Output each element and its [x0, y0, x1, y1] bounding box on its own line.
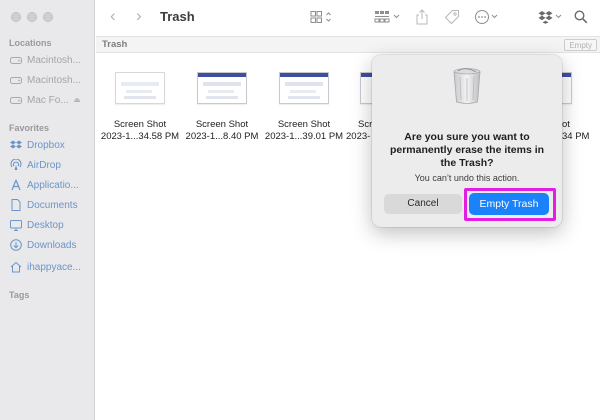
sidebar-item-documents[interactable]: Documents — [9, 196, 93, 214]
desktop-icon — [9, 218, 23, 232]
sidebar-item-macintosh-1[interactable]: Macintosh... — [9, 51, 93, 69]
search-icon[interactable] — [574, 8, 588, 26]
file-item[interactable]: ot 34 PM — [562, 72, 598, 143]
window-controls — [11, 12, 53, 22]
chevron-left-icon[interactable]: ‹ — [110, 6, 116, 26]
home-icon — [9, 260, 23, 274]
file-thumbnail — [279, 72, 329, 104]
file-name: Screen Shot — [113, 119, 167, 130]
sidebar-item-label: Macintosh... — [27, 74, 81, 86]
sidebar-header-locations: Locations — [9, 38, 52, 48]
file-item[interactable]: Screen Shot 2023-1...8.40 PM — [179, 72, 265, 143]
zoom-window-button[interactable] — [43, 12, 53, 22]
sidebar-item-applications[interactable]: Applicatio... — [9, 176, 93, 194]
toolbar: ‹ › Trash — [96, 0, 600, 35]
tag-icon[interactable] — [444, 8, 460, 26]
chevron-right-icon[interactable]: › — [136, 6, 142, 26]
airdrop-icon — [9, 158, 23, 172]
sidebar-item-label: Desktop — [27, 219, 64, 231]
eject-icon[interactable]: ⏏ — [74, 96, 81, 104]
sidebar-item-label: AirDrop — [27, 159, 61, 171]
ellipsis-circle-icon[interactable] — [474, 8, 500, 26]
applications-icon — [9, 178, 23, 192]
sidebar-item-label: Mac Fo... — [27, 94, 69, 106]
trash-can-icon — [452, 67, 482, 105]
sidebar-item-downloads[interactable]: Downloads — [9, 236, 93, 254]
dialog-message: Are you sure you want to permanently era… — [389, 131, 545, 169]
sidebar: Locations Macintosh... Macintosh... Mac … — [0, 0, 95, 420]
group-icon[interactable] — [374, 8, 402, 26]
minimize-window-button[interactable] — [27, 12, 37, 22]
dropbox-icon — [9, 138, 23, 152]
file-thumbnail — [562, 72, 572, 104]
grid-view-icon[interactable] — [310, 8, 336, 26]
empty-button[interactable]: Empty — [564, 39, 597, 51]
cancel-button[interactable]: Cancel — [384, 194, 462, 214]
sidebar-item-dropbox[interactable]: Dropbox — [9, 136, 93, 154]
file-date: 2023-1...8.40 PM — [185, 131, 259, 142]
sidebar-item-label: Applicatio... — [27, 179, 79, 191]
sidebar-item-label: Documents — [27, 199, 78, 211]
path-bar: Trash Empty — [96, 36, 600, 53]
empty-trash-button[interactable]: Empty Trash — [469, 193, 549, 215]
disk-icon — [9, 53, 23, 67]
sidebar-item-label: Downloads — [27, 239, 77, 251]
disk-icon — [9, 73, 23, 87]
window-title: Trash — [160, 9, 195, 24]
share-icon[interactable] — [416, 8, 428, 26]
dialog-info: You can’t undo this action. — [414, 173, 520, 183]
dropbox-icon[interactable] — [538, 8, 564, 26]
sidebar-item-airdrop[interactable]: AirDrop — [9, 156, 93, 174]
downloads-icon — [9, 238, 23, 252]
finder-window: Locations Macintosh... Macintosh... Mac … — [0, 0, 600, 420]
sidebar-item-label: Dropbox — [27, 139, 65, 151]
document-icon — [9, 198, 23, 212]
sidebar-header-favorites: Favorites — [9, 123, 50, 133]
sidebar-header-tags: Tags — [9, 290, 30, 300]
sidebar-item-label: ihappyace... — [27, 261, 81, 273]
close-window-button[interactable] — [11, 12, 21, 22]
file-date: 2023-1...34.58 PM — [100, 131, 180, 142]
file-date: 34 PM — [562, 131, 590, 142]
file-name: Screen Shot — [195, 119, 249, 130]
file-thumbnail — [197, 72, 247, 104]
sidebar-item-macintosh-2[interactable]: Macintosh... — [9, 71, 93, 89]
sidebar-item-home[interactable]: ihappyace... — [9, 258, 93, 276]
disk-icon — [9, 93, 23, 107]
sidebar-item-label: Macintosh... — [27, 54, 81, 66]
file-thumbnail — [115, 72, 165, 104]
sidebar-item-mac-fo[interactable]: Mac Fo... ⏏ — [9, 91, 93, 109]
sidebar-item-desktop[interactable]: Desktop — [9, 216, 93, 234]
file-name: ot — [562, 119, 570, 130]
path-label: Trash — [102, 39, 128, 50]
file-item[interactable]: Screen Shot 2023-1...34.58 PM — [97, 72, 183, 143]
